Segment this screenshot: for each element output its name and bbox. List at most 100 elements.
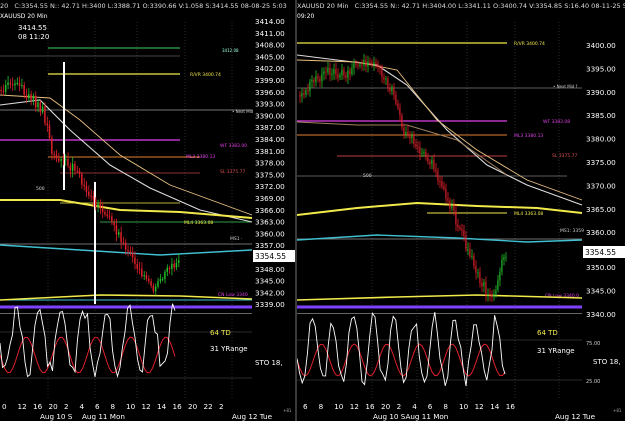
left-candle <box>34 95 37 108</box>
right-y-tick: 3360.00 <box>586 228 616 237</box>
left-candle <box>7 82 9 86</box>
right-candle <box>437 171 439 182</box>
right-candle <box>343 69 345 76</box>
right-bottom-right: +81 <box>613 408 622 413</box>
right-candle <box>387 78 389 88</box>
right-candle <box>459 227 461 229</box>
left-candle <box>99 203 102 209</box>
left-candle <box>136 264 138 269</box>
right-candle <box>393 87 395 95</box>
right-candle <box>449 200 451 209</box>
left-price-chart[interactable]: 3412.08 R/VR 3400.74 • Next Mid WF 3383.00 M… <box>0 0 295 421</box>
right-y-tick: 3400.00 <box>586 41 616 50</box>
right-candle <box>375 62 377 64</box>
left-candle <box>30 94 32 100</box>
left-candle <box>53 153 55 155</box>
right-x-tick: 20 <box>381 402 391 411</box>
left-candle <box>37 102 39 108</box>
left-candle <box>11 84 14 86</box>
right-candle <box>419 146 421 154</box>
left-candle <box>78 170 81 175</box>
right-candle <box>327 67 329 73</box>
left-level-nextmid-label: • Next Mid <box>232 109 254 114</box>
left-candle <box>106 214 108 216</box>
right-candle <box>499 271 501 281</box>
right-x-tick: 8 <box>443 402 448 411</box>
right-x-tick: 12 <box>350 402 359 411</box>
left-y-tick: 3378.00 <box>255 159 285 168</box>
right-candle <box>421 152 423 154</box>
right-candle <box>377 63 379 68</box>
right-candle <box>501 259 503 272</box>
right-yrange-label: 31 YRange <box>537 347 575 355</box>
right-y-tick: 3395.00 <box>586 64 616 73</box>
left-candle <box>145 275 148 279</box>
right-level-ml3-label: ML3 3380.13 <box>514 133 543 139</box>
left-y-tick: 3399.00 <box>255 76 285 85</box>
right-candle <box>447 198 449 201</box>
left-date-3: Aug 12 Tue <box>232 412 273 421</box>
right-price-chart[interactable]: R/VR 3400.74 • Next Mid f WF 3383.08 ML3 33… <box>297 0 625 421</box>
left-bottom-right: +81 <box>283 408 292 413</box>
left-x-tick: 8 <box>111 402 116 411</box>
right-y-tick: 3345.00 <box>586 286 616 295</box>
left-y-tick: 3396.00 <box>255 88 285 97</box>
left-candle <box>120 232 122 243</box>
left-x-tick: 14 <box>157 402 167 411</box>
left-candle <box>51 137 53 154</box>
right-candle <box>303 93 305 95</box>
right-candle <box>379 67 381 69</box>
left-ma-white <box>0 99 253 223</box>
left-y-tick: 3357.00 <box>255 241 285 250</box>
right-date-1: Aug 10 SAug 11 Mon <box>373 412 448 421</box>
left-y-tick: 3339.00 <box>255 300 285 309</box>
left-candle <box>46 123 48 126</box>
left-candle <box>166 267 168 272</box>
right-candle <box>353 63 355 69</box>
right-candle <box>445 188 447 199</box>
left-candle <box>164 271 166 279</box>
left-x-tick: 20 <box>49 402 59 411</box>
left-y-tick: 3414.00 <box>255 17 285 26</box>
left-candle <box>74 163 76 171</box>
left-x-tick: 12 <box>142 402 151 411</box>
left-y-tick: 3363.00 <box>255 218 285 227</box>
right-candle <box>463 230 465 236</box>
left-candle <box>108 215 111 217</box>
left-candle <box>111 216 113 223</box>
left-candle <box>152 285 155 292</box>
right-candle <box>413 135 415 145</box>
left-y-tick: 3375.00 <box>255 170 285 179</box>
left-candle <box>39 102 42 113</box>
left-y-tick: 3369.00 <box>255 194 285 203</box>
right-candle <box>339 75 341 78</box>
left-candle <box>127 249 129 251</box>
left-candle <box>141 268 143 277</box>
left-price-top: 3414.55 <box>18 24 47 32</box>
left-y-tick: 3411.00 <box>255 29 285 38</box>
left-candle <box>104 212 106 215</box>
left-x-tick: 16 <box>173 402 183 411</box>
left-candle <box>2 91 5 93</box>
right-y-tick: 3340.00 <box>586 310 616 319</box>
right-candle <box>359 64 361 66</box>
right-candle <box>331 73 333 75</box>
left-level-ml3-label: ML3 3380.13 <box>186 154 215 160</box>
left-chart-panel[interactable]: 20 C:3354.55 N:: 42.71 H:3400 L:3388.71 … <box>0 0 295 421</box>
right-chart-panel[interactable]: XAUUSD 20 Min C:3354.55 N:: 42.71 H:3404… <box>297 0 625 421</box>
right-y-tick: 3390.00 <box>586 88 616 97</box>
right-candle <box>479 272 481 284</box>
right-candle <box>317 76 319 79</box>
left-candle <box>21 85 23 87</box>
right-candle <box>369 61 371 63</box>
left-candle <box>157 281 159 287</box>
left-level-top-label: 3412.08 <box>222 48 239 53</box>
left-yrange-label: 31 YRange <box>210 345 248 353</box>
left-candle <box>147 278 150 282</box>
right-level-wf-label: WF 3383.08 <box>543 119 570 125</box>
left-candle <box>69 165 72 171</box>
right-candle <box>415 144 417 147</box>
right-candle <box>403 127 405 135</box>
right-candle <box>351 68 353 74</box>
left-candle <box>122 242 125 244</box>
